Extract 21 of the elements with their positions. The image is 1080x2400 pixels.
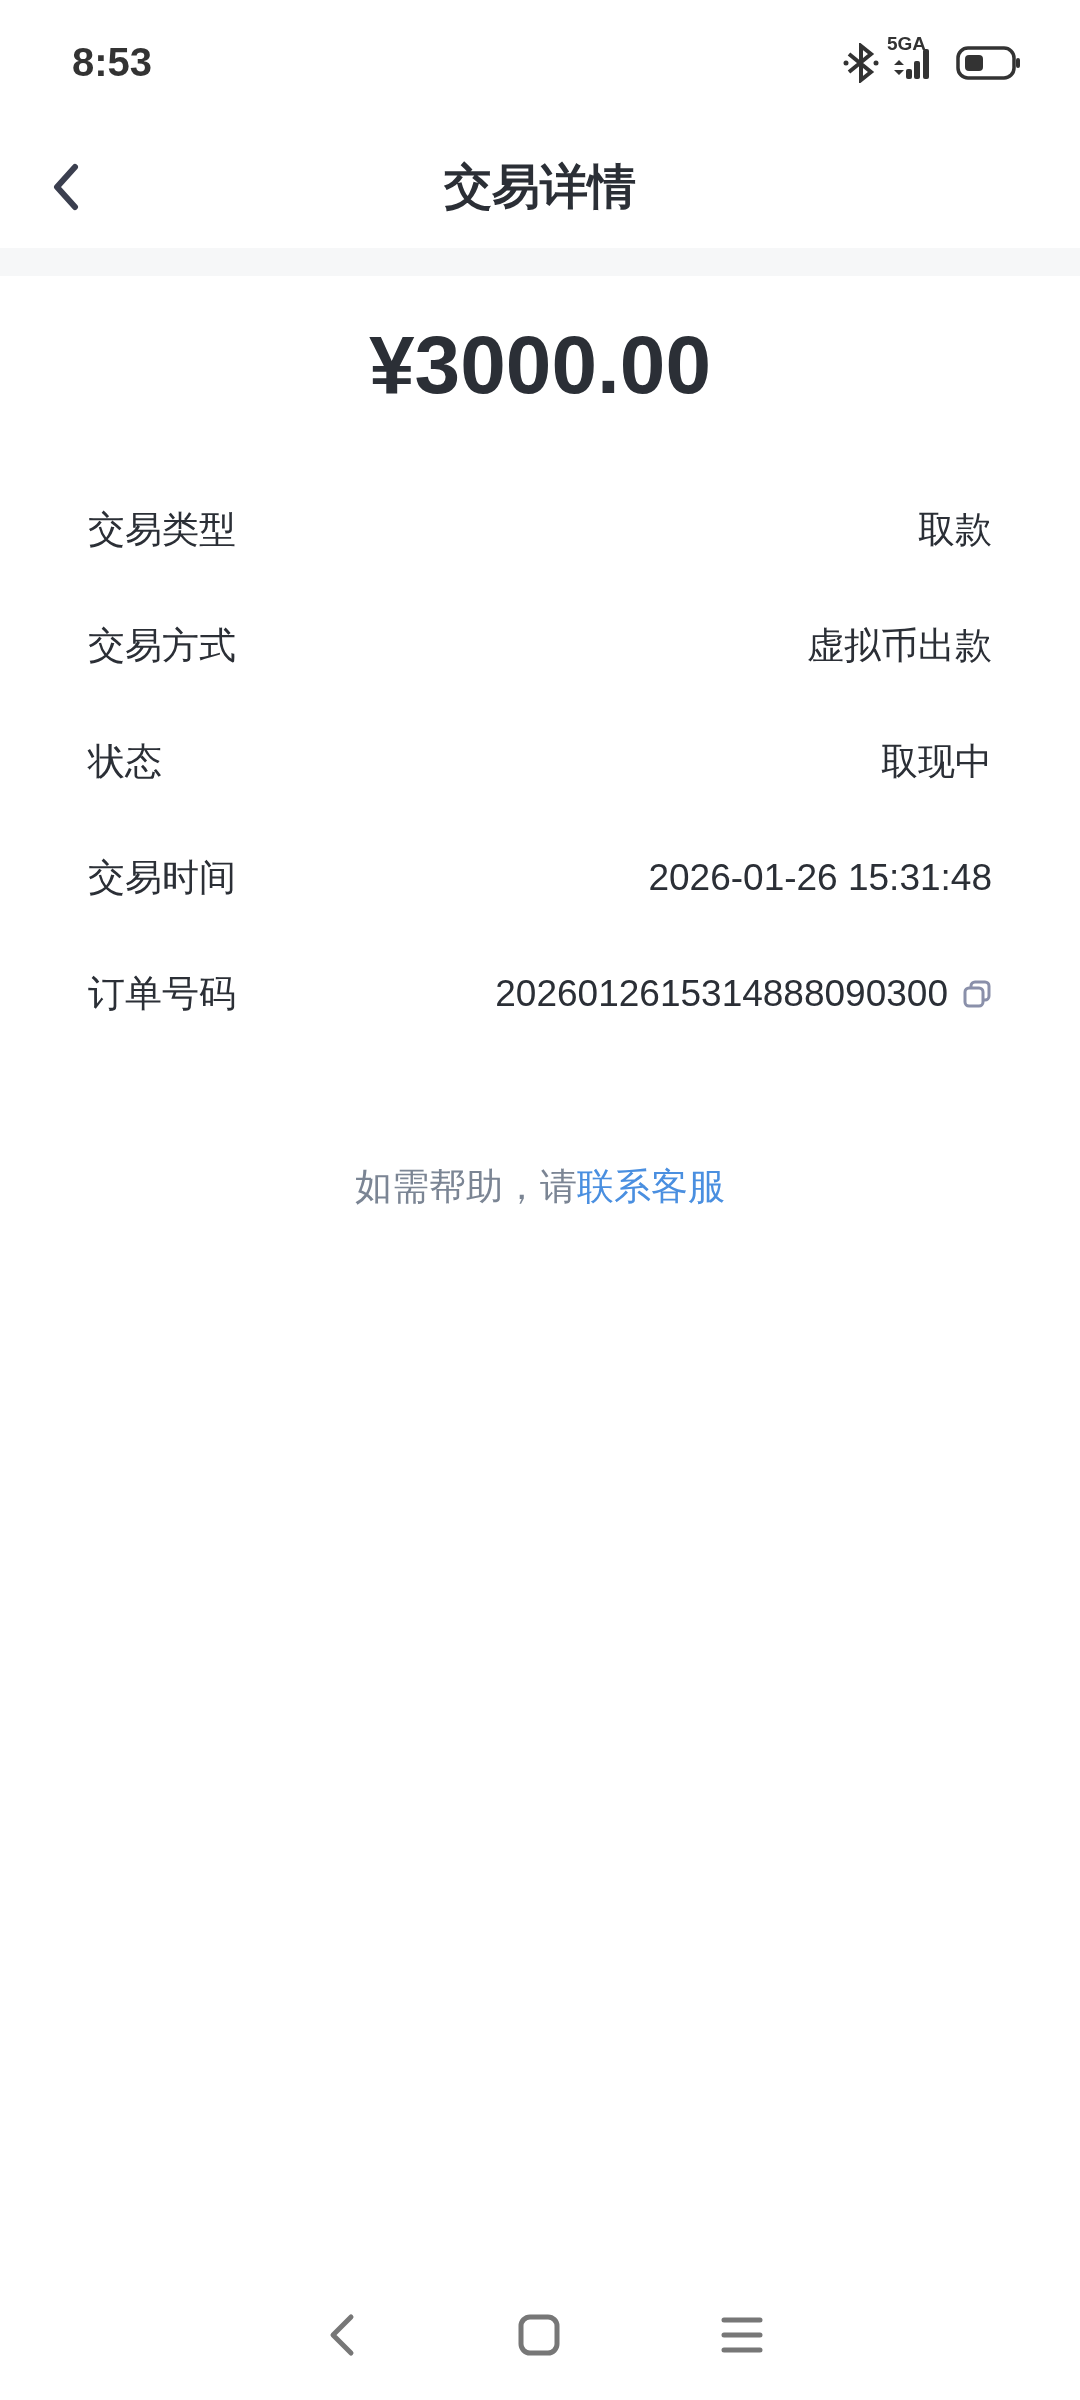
amount: ¥3000.00 <box>368 318 712 412</box>
detail-label: 订单号码 <box>88 971 236 1017</box>
detail-label: 交易类型 <box>88 507 236 553</box>
battery-icon <box>956 45 1022 80</box>
detail-label: 交易时间 <box>88 855 236 901</box>
network-label: 5GA <box>886 32 926 55</box>
detail-value: 取现中 <box>881 740 992 784</box>
detail-value: 取款 <box>918 508 992 552</box>
detail-label: 交易方式 <box>88 623 236 669</box>
detail-value: 2026-01-26 15:31:48 <box>648 857 992 899</box>
copy-button[interactable] <box>962 979 992 1009</box>
status-time: 8:53 <box>72 40 153 85</box>
detail-value: 虚拟币出款 <box>807 624 992 668</box>
detail-label: 状态 <box>88 739 162 785</box>
help-text: 如需帮助，请联系客服 <box>354 1164 726 1210</box>
page-title: 交易详情 <box>444 156 636 216</box>
home-nav-icon[interactable] <box>517 2313 561 2357</box>
contact-link[interactable]: 联系客服 <box>577 1165 725 1208</box>
bluetooth-icon <box>842 42 879 83</box>
menu-icon[interactable] <box>721 2315 763 2355</box>
detail-value: 2026012615314888090300 <box>495 973 948 1015</box>
